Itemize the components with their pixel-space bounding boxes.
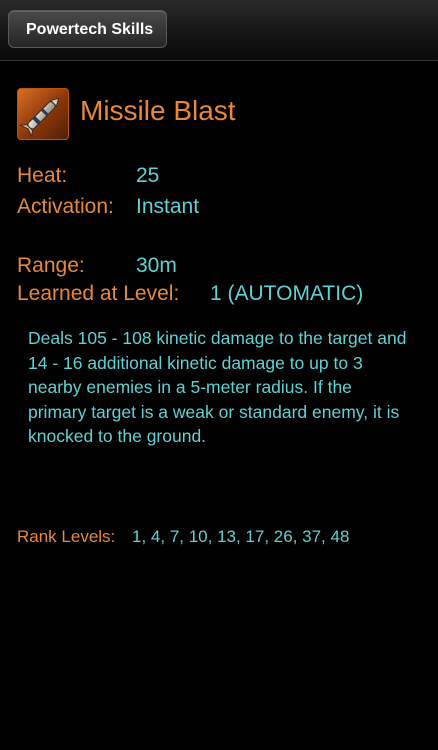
navigation-bar: Powertech Skills — [0, 0, 438, 61]
rank-levels-row: Rank Levels: 1, 4, 7, 10, 13, 17, 26, 37… — [17, 527, 349, 547]
heat-label: Heat: — [17, 164, 68, 187]
heat-value: 25 — [136, 164, 160, 187]
activation-row: Activation: Instant — [17, 195, 199, 219]
activation-label: Activation: — [17, 195, 114, 218]
back-button[interactable]: Powertech Skills — [8, 10, 168, 48]
heat-row: Heat: 25 — [17, 164, 159, 188]
rank-levels-value: 1, 4, 7, 10, 13, 17, 26, 37, 48 — [132, 527, 350, 546]
back-button-label: Powertech Skills — [26, 21, 154, 38]
learned-value: 1 (AUTOMATIC) — [210, 282, 364, 305]
learned-row: Learned at Level: 1 (AUTOMATIC) — [17, 282, 363, 306]
range-label: Range: — [17, 254, 85, 277]
rank-levels-label: Rank Levels: — [17, 527, 116, 546]
skill-name: Missile Blast — [80, 95, 236, 126]
skill-description: Deals 105 - 108 kinetic damage to the ta… — [28, 328, 407, 446]
learned-label: Learned at Level: — [17, 282, 180, 305]
range-row: Range: 30m — [17, 254, 177, 278]
range-value: 30m — [136, 254, 177, 277]
missile-icon — [17, 88, 69, 140]
activation-value: Instant — [136, 195, 200, 218]
